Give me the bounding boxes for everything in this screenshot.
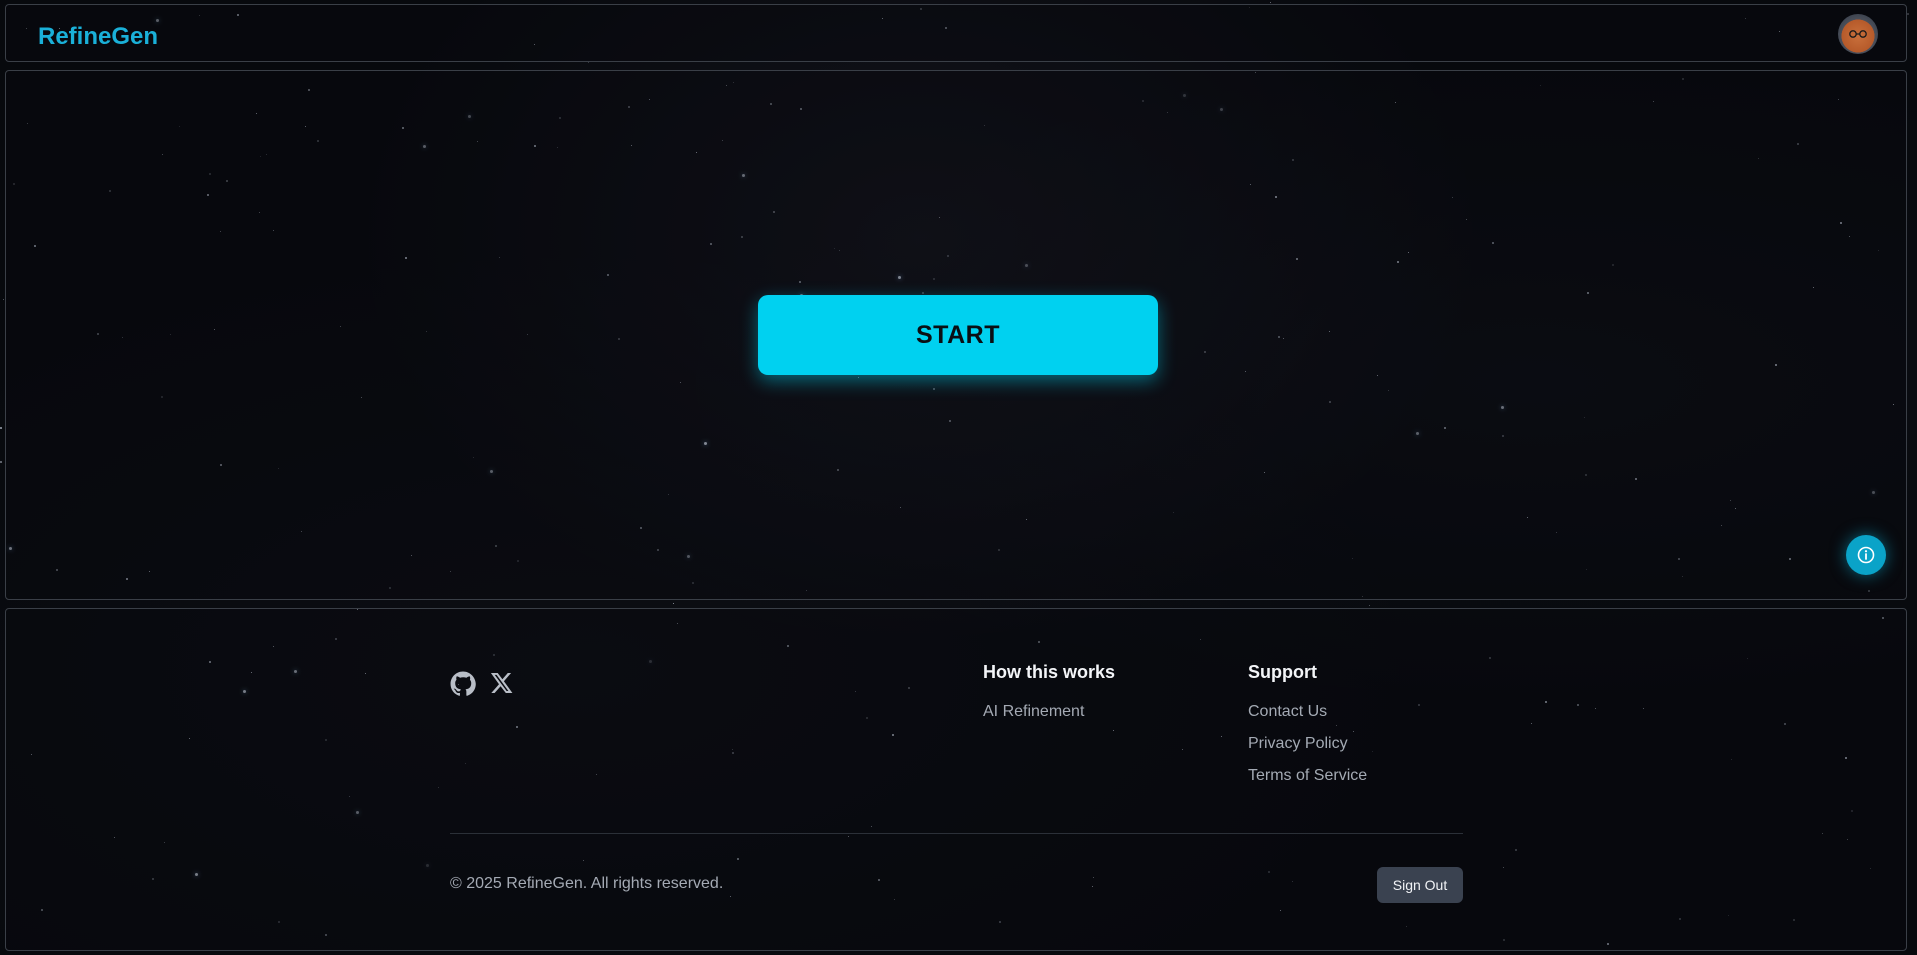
link-privacy-policy[interactable]: Privacy Policy xyxy=(1248,735,1348,753)
star-dot xyxy=(588,62,589,63)
top-bar: RefineGen xyxy=(5,4,1907,62)
support-title: Support xyxy=(1248,662,1317,682)
info-icon xyxy=(1857,546,1875,564)
copyright-text: © 2025 RefineGen. All rights reserved. xyxy=(450,875,724,892)
avatar[interactable] xyxy=(1838,14,1878,54)
star-dot xyxy=(0,427,2,429)
star-dot xyxy=(3,299,4,300)
social-links xyxy=(450,671,516,697)
star-dot xyxy=(1270,2,1271,3)
x-icon[interactable] xyxy=(490,671,516,697)
link-ai-refinement[interactable]: AI Refinement xyxy=(983,703,1084,721)
star-dot xyxy=(0,461,2,463)
footer-divider xyxy=(450,833,1463,834)
star-dot xyxy=(1369,605,1370,606)
star-dot xyxy=(1907,13,1909,15)
link-contact-us[interactable]: Contact Us xyxy=(1248,703,1327,721)
how-this-works-title: How this works xyxy=(983,662,1116,682)
main-area: START xyxy=(5,70,1907,600)
start-button[interactable]: START xyxy=(758,295,1158,375)
github-icon[interactable] xyxy=(450,671,476,697)
link-terms-of-service[interactable]: Terms of Service xyxy=(1248,767,1367,785)
footer: How this works AI Refinement Support Con… xyxy=(5,608,1907,951)
info-button[interactable] xyxy=(1846,535,1886,575)
avatar-icon xyxy=(1849,30,1867,38)
star-dot xyxy=(673,603,674,604)
brand-logo[interactable]: RefineGen xyxy=(38,23,158,51)
sign-out-button[interactable]: Sign Out xyxy=(1377,867,1463,903)
